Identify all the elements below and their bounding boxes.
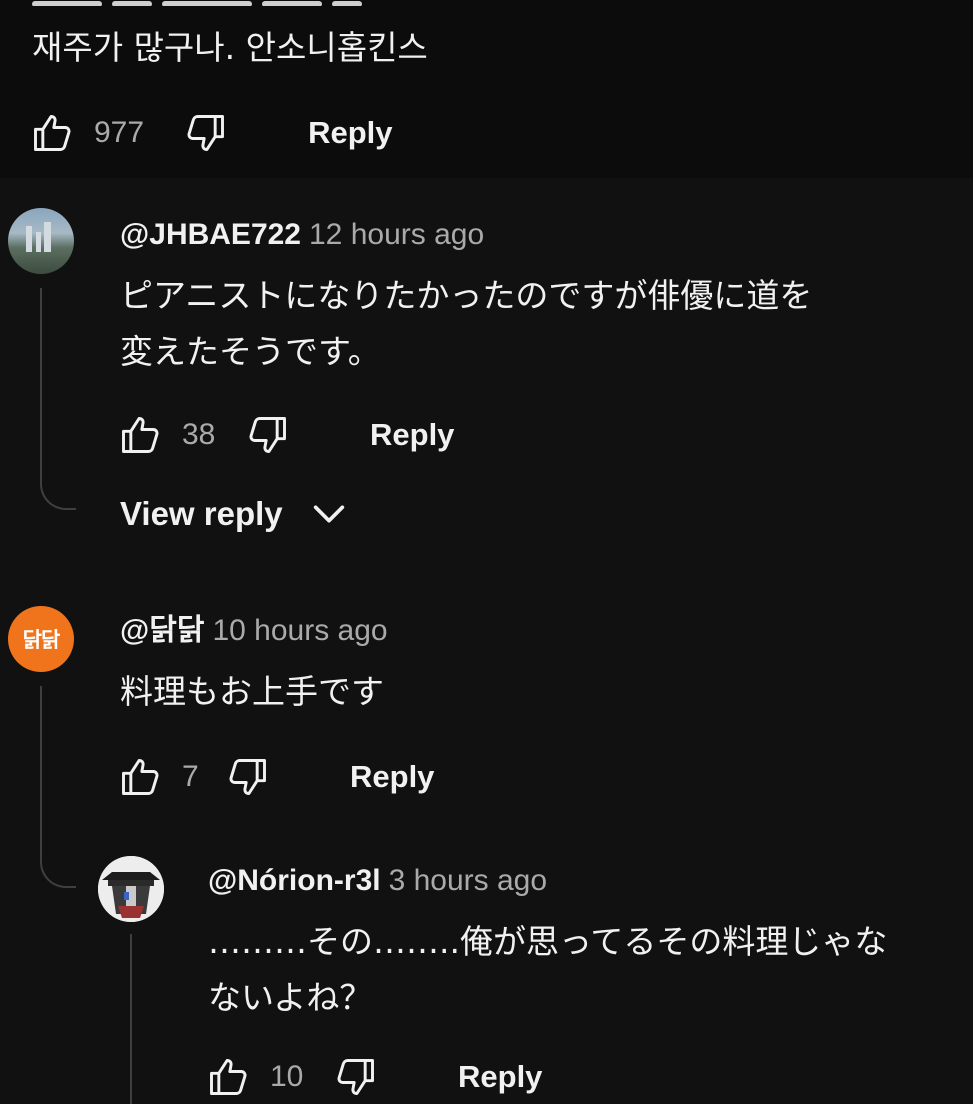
- thumbs-down-icon[interactable]: [184, 111, 228, 155]
- comment-actions: 7 Reply: [118, 752, 434, 802]
- comment-actions: 38 Reply: [118, 410, 454, 460]
- comment-header: @Nórion-r3l 3 hours ago: [208, 862, 547, 899]
- comment-text-line: ピアニストになりたかったのですが俳優に道を: [120, 276, 813, 315]
- timestamp: 12 hours ago: [309, 218, 485, 251]
- avatar[interactable]: [98, 856, 164, 922]
- comment-header: @JHBAE722 12 hours ago: [120, 216, 484, 253]
- comment-actions: 10 Reply: [206, 1052, 542, 1102]
- reply-button[interactable]: Reply: [350, 759, 434, 795]
- comment-text: 재주가 많구나. 안소니홉킨스: [32, 28, 428, 67]
- reply-button[interactable]: Reply: [308, 115, 392, 151]
- thumbs-up-icon[interactable]: [206, 1055, 250, 1099]
- like-count: 977: [94, 116, 145, 149]
- chevron-down-icon: [309, 494, 349, 534]
- comment-text-line: ないよね？: [208, 978, 373, 1017]
- thread-connector: [40, 288, 76, 510]
- thumbs-down-icon[interactable]: [246, 413, 290, 457]
- avatar-image: [98, 856, 164, 922]
- avatar-initials: 닭닭: [22, 628, 61, 652]
- comment-actions: 977 Reply: [30, 108, 392, 158]
- thumbs-up-icon[interactable]: [30, 111, 74, 155]
- reply-button[interactable]: Reply: [458, 1059, 542, 1095]
- thread-connector: [130, 934, 132, 1104]
- top-comment: 재주가 많구나. 안소니홉킨스 977 Reply: [0, 0, 973, 178]
- thumbs-up-icon[interactable]: [118, 755, 162, 799]
- view-reply-button[interactable]: View reply: [120, 494, 349, 534]
- timestamp: 10 hours ago: [212, 614, 388, 647]
- author-name[interactable]: @Nórion-r3l: [208, 864, 381, 897]
- comment-text-line: 変えたそうです。: [120, 332, 381, 371]
- thread-connector: [40, 686, 76, 888]
- avatar[interactable]: 닭닭: [8, 606, 74, 672]
- comment-text-line: 料理もお上手です: [120, 672, 384, 711]
- like-count: 10: [270, 1060, 304, 1093]
- timestamp: 3 hours ago: [388, 864, 548, 897]
- author-name[interactable]: @JHBAE722: [120, 218, 301, 251]
- like-count: 38: [182, 418, 216, 451]
- view-reply-label: View reply: [120, 495, 283, 532]
- comment-text-line: ………その……..俺が思ってるその料理じゃな: [208, 922, 888, 961]
- reply-button[interactable]: Reply: [370, 417, 454, 453]
- author-name[interactable]: @닭닭: [120, 614, 204, 647]
- comment-header: @닭닭 10 hours ago: [120, 612, 388, 649]
- like-count: 7: [182, 760, 199, 793]
- thumbs-down-icon[interactable]: [226, 755, 270, 799]
- thumbs-up-icon[interactable]: [118, 413, 162, 457]
- thumbs-down-icon[interactable]: [334, 1055, 378, 1099]
- truncated-header: [32, 0, 452, 6]
- avatar[interactable]: [8, 208, 74, 274]
